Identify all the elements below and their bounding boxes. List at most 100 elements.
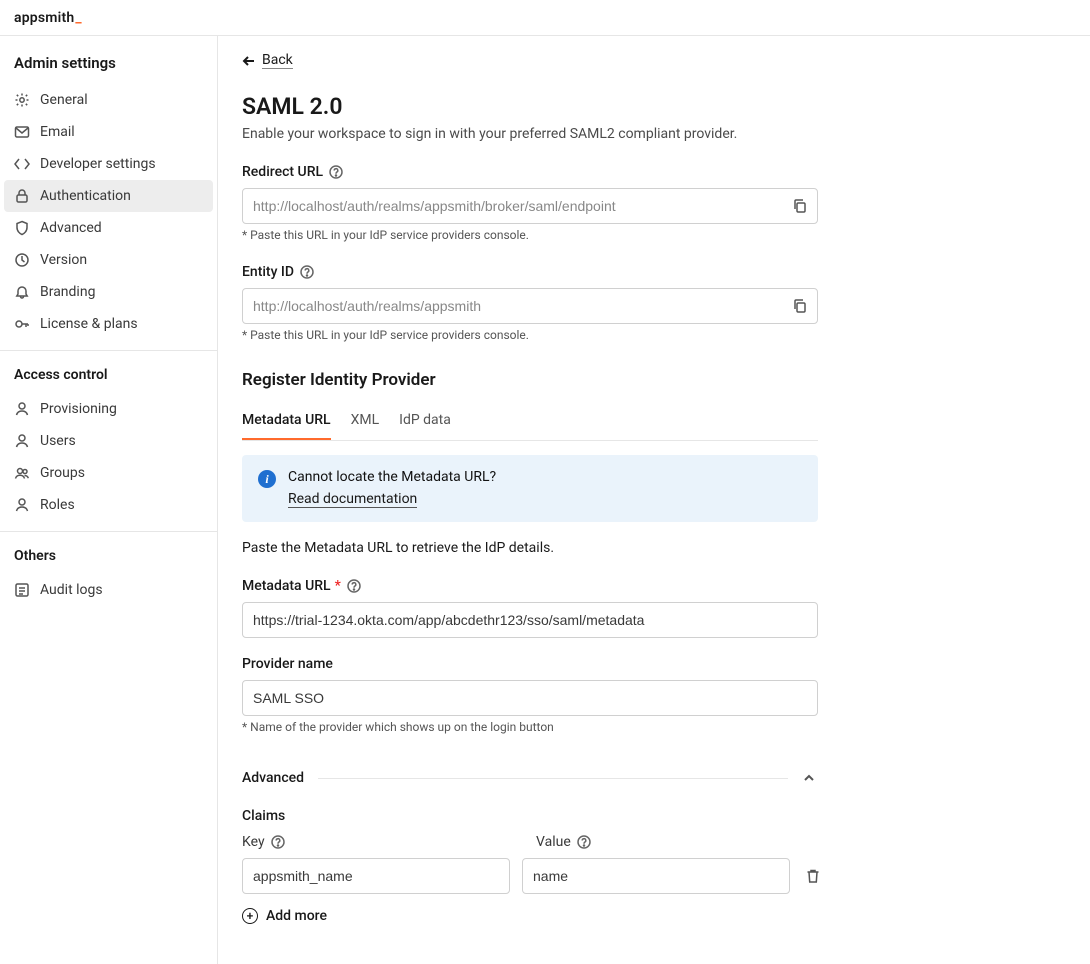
claims-value-header: Value [536, 834, 571, 850]
sidebar-item-label: Email [40, 124, 75, 140]
sidebar-item-advanced[interactable]: Advanced [0, 212, 217, 244]
arrow-left-icon [242, 54, 256, 68]
back-label: Back [262, 52, 293, 69]
register-idp-title: Register Identity Provider [242, 370, 1054, 390]
sidebar-item-authentication[interactable]: Authentication [4, 180, 213, 212]
help-icon[interactable] [577, 835, 591, 849]
copy-redirect-button[interactable] [786, 192, 814, 220]
entity-id-input[interactable] [242, 288, 818, 324]
sidebar-item-label: General [40, 92, 88, 108]
sidebar-item-branding[interactable]: Branding [0, 276, 217, 308]
bell-icon [14, 284, 30, 300]
sidebar-item-label: Advanced [40, 220, 102, 236]
claims-title: Claims [242, 808, 1054, 824]
add-more-button[interactable]: + Add more [242, 908, 327, 924]
lock-icon [14, 188, 30, 204]
field-redirect-url: Redirect URL * Paste this URL in your Id… [242, 164, 818, 242]
banner-message: Cannot locate the Metadata URL? [288, 469, 496, 485]
claim-key-input[interactable] [242, 858, 510, 894]
provider-name-input[interactable] [242, 680, 818, 716]
sidebar-item-users[interactable]: Users [0, 425, 217, 457]
brand-name: appsmith [14, 10, 74, 26]
sidebar-item-general[interactable]: General [0, 84, 217, 116]
claims-header-row: Key Value [242, 834, 818, 850]
clock-icon [14, 252, 30, 268]
plus-icon: + [242, 908, 258, 924]
help-icon[interactable] [347, 579, 361, 593]
chevron-up-icon [802, 770, 818, 786]
claims-key-header: Key [242, 834, 265, 850]
copy-entity-button[interactable] [786, 292, 814, 320]
field-metadata-url: Metadata URL* [242, 578, 818, 638]
user-icon [14, 401, 30, 417]
mail-icon [14, 124, 30, 140]
copy-icon [792, 298, 808, 314]
help-icon[interactable] [300, 265, 314, 279]
sidebar-item-label: Developer settings [40, 156, 156, 172]
sidebar-item-label: Users [40, 433, 76, 449]
claim-value-input[interactable] [522, 858, 790, 894]
redirect-hint: * Paste this URL in your IdP service pro… [242, 228, 818, 242]
field-provider-name: Provider name * Name of the provider whi… [242, 656, 818, 734]
trash-icon [805, 868, 821, 884]
sidebar-item-license[interactable]: License & plans [0, 308, 217, 340]
brand-logo[interactable]: appsmith_ [14, 10, 82, 26]
sidebar-item-audit-logs[interactable]: Audit logs [0, 574, 217, 606]
help-icon[interactable] [329, 165, 343, 179]
sidebar-item-groups[interactable]: Groups [0, 457, 217, 489]
sidebar-item-developer-settings[interactable]: Developer settings [0, 148, 217, 180]
code-icon [14, 156, 30, 172]
info-banner: i Cannot locate the Metadata URL? Read d… [242, 455, 818, 522]
read-documentation-link[interactable]: Read documentation [288, 491, 417, 508]
sidebar-item-label: Audit logs [40, 582, 103, 598]
sidebar-group-others: Audit logs [0, 574, 217, 606]
page-subtitle: Enable your workspace to sign in with yo… [242, 126, 1054, 142]
delete-claim-button[interactable] [802, 865, 824, 887]
provider-name-label: Provider name [242, 656, 333, 672]
paste-instruction: Paste the Metadata URL to retrieve the I… [242, 540, 818, 556]
sidebar: Admin settings General Email Developer s… [0, 36, 218, 964]
provider-hint: * Name of the provider which shows up on… [242, 720, 818, 734]
sidebar-item-label: Roles [40, 497, 75, 513]
required-asterisk: * [335, 578, 341, 594]
shield-icon [14, 220, 30, 236]
users-icon [14, 465, 30, 481]
claims-row [242, 858, 842, 894]
sidebar-group-access: Provisioning Users Groups Roles [0, 393, 217, 521]
info-icon: i [258, 470, 276, 488]
idp-tabs: Metadata URL XML IdP data [242, 404, 818, 441]
user-icon [14, 497, 30, 513]
entity-id-label: Entity ID [242, 264, 294, 280]
field-entity-id: Entity ID * Paste this URL in your IdP s… [242, 264, 818, 342]
sidebar-group-admin: General Email Developer settings Authent… [0, 84, 217, 340]
key-icon [14, 316, 30, 332]
sidebar-group-title-others: Others [0, 532, 217, 574]
redirect-url-label: Redirect URL [242, 164, 323, 180]
sidebar-item-label: Provisioning [40, 401, 117, 417]
metadata-url-input[interactable] [242, 602, 818, 638]
sidebar-item-label: Groups [40, 465, 85, 481]
sidebar-item-label: License & plans [40, 316, 138, 332]
sidebar-item-label: Version [40, 252, 87, 268]
back-link[interactable]: Back [242, 48, 293, 73]
divider [318, 778, 788, 779]
sidebar-item-version[interactable]: Version [0, 244, 217, 276]
advanced-title: Advanced [242, 770, 304, 786]
gear-icon [14, 92, 30, 108]
copy-icon [792, 198, 808, 214]
advanced-toggle[interactable]: Advanced [242, 770, 818, 786]
sidebar-item-roles[interactable]: Roles [0, 489, 217, 521]
sidebar-item-provisioning[interactable]: Provisioning [0, 393, 217, 425]
help-icon[interactable] [271, 835, 285, 849]
tab-xml[interactable]: XML [351, 404, 380, 440]
sidebar-item-email[interactable]: Email [0, 116, 217, 148]
sidebar-item-label: Branding [40, 284, 95, 300]
tab-metadata-url[interactable]: Metadata URL [242, 404, 331, 440]
list-icon [14, 582, 30, 598]
main-content: Back SAML 2.0 Enable your workspace to s… [218, 36, 1078, 964]
user-icon [14, 433, 30, 449]
tab-idp-data[interactable]: IdP data [399, 404, 451, 440]
redirect-url-input[interactable] [242, 188, 818, 224]
brand-cursor: _ [75, 10, 81, 26]
sidebar-title: Admin settings [0, 36, 217, 84]
